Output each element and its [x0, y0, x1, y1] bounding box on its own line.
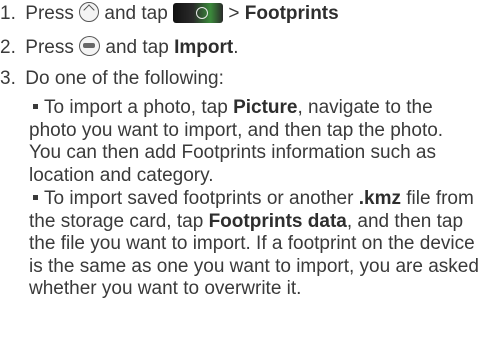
step-number: 1. — [0, 3, 16, 24]
footprints-label: Footprints — [244, 3, 339, 24]
bullet-marker — [33, 194, 38, 200]
bullet-import-footprints: To import saved footprints or another .k… — [29, 188, 479, 299]
step-3: 3. Do one of the following: — [0, 68, 224, 89]
bullet-import-photo: To import a photo, tap Picture, navigate… — [29, 97, 444, 186]
step-1: 1. Press and tap > Footprints — [0, 2, 339, 24]
step-number: 3. — [0, 68, 16, 89]
step-2: 2. Press and tap Import. — [0, 36, 239, 58]
step-number: 2. — [0, 37, 16, 58]
home-icon — [79, 2, 100, 22]
import-label: Import — [174, 37, 234, 58]
kmz-label: .kmz — [358, 188, 401, 209]
footprints-app-icon — [173, 3, 224, 23]
footprints-data-label: Footprints data — [208, 210, 347, 232]
picture-label: Picture — [233, 97, 298, 118]
instructions-page: 1. Press and tap > Footprints 2. Press a… — [0, 0, 485, 353]
bullet-marker — [33, 103, 38, 109]
menu-icon — [79, 36, 101, 56]
